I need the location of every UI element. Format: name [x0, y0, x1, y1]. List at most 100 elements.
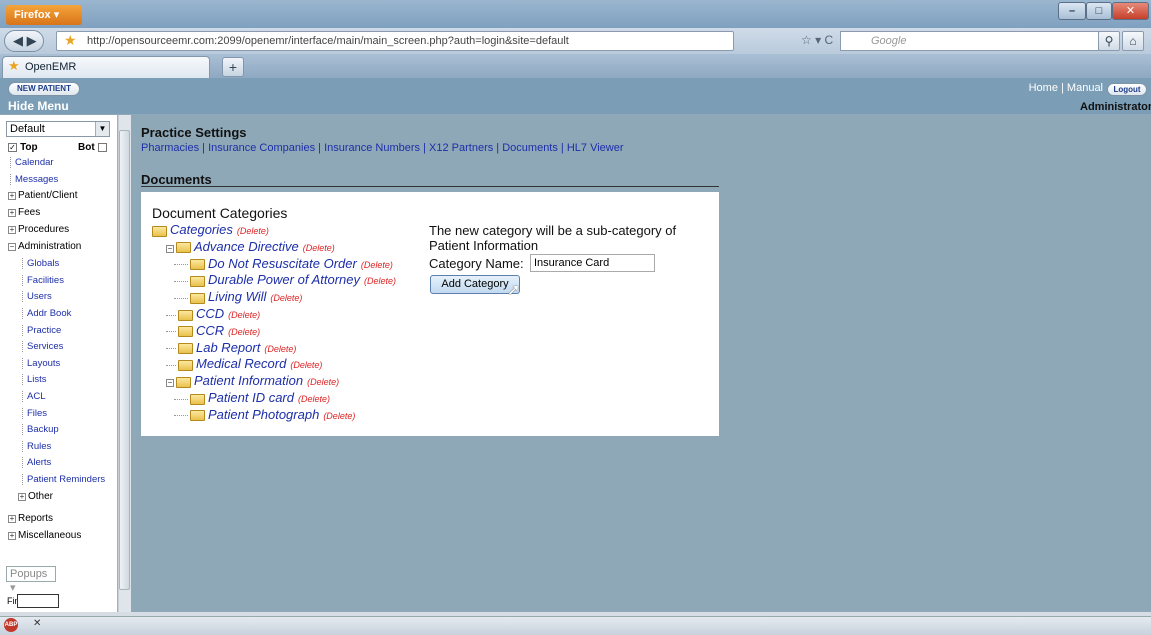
logout-button[interactable]: Logout: [1107, 83, 1147, 96]
url-bar[interactable]: http://opensourceemr.com:2099/openemr/in…: [56, 31, 734, 51]
category-node[interactable]: Medical Record (Delete): [166, 356, 322, 371]
adblock-icon[interactable]: ABP: [4, 618, 18, 632]
delete-link[interactable]: (Delete): [323, 411, 355, 421]
category-node[interactable]: Patient Photograph (Delete): [174, 407, 355, 422]
find-input[interactable]: [17, 594, 59, 608]
nav-item-practice[interactable]: Practice: [22, 324, 61, 336]
new-tab-button[interactable]: +: [222, 57, 244, 77]
menu-set-select[interactable]: Default ▼: [6, 121, 110, 137]
new-patient-button[interactable]: NEW PATIENT: [8, 82, 80, 96]
nav-item-rules[interactable]: Rules: [22, 440, 51, 452]
category-label[interactable]: Patient Photograph: [208, 407, 319, 422]
nav-item-addr-book[interactable]: Addr Book: [22, 308, 71, 319]
category-node[interactable]: − Patient Information (Delete): [166, 373, 339, 388]
nav-group-patient-client[interactable]: + Patient/Client: [8, 190, 77, 201]
home-icon[interactable]: ⌂: [1122, 31, 1144, 51]
category-label[interactable]: Categories: [170, 222, 233, 237]
delete-link[interactable]: (Delete): [228, 327, 260, 337]
nav-item-facilities[interactable]: Facilities: [22, 274, 64, 286]
category-label[interactable]: Patient ID card: [208, 390, 294, 405]
delete-link[interactable]: (Delete): [361, 260, 393, 270]
expand-icon[interactable]: +: [8, 514, 16, 523]
category-label[interactable]: Advance Directive: [194, 239, 299, 254]
firefox-menu-button[interactable]: Firefox ▾: [6, 5, 82, 25]
category-node[interactable]: CCD (Delete): [166, 306, 260, 321]
maximize-icon[interactable]: □: [1086, 2, 1112, 20]
nav-group-fees[interactable]: + Fees: [8, 207, 40, 218]
practice-link-insurance-numbers[interactable]: Insurance Numbers: [324, 142, 420, 154]
nav-item-acl[interactable]: ACL: [22, 391, 45, 402]
category-node[interactable]: CCR (Delete): [166, 323, 260, 338]
manual-link[interactable]: Manual: [1067, 82, 1103, 94]
category-node[interactable]: Do Not Resuscitate Order (Delete): [174, 256, 393, 271]
collapse-icon[interactable]: −: [166, 244, 174, 253]
nav-item-messages[interactable]: Messages: [10, 173, 58, 185]
category-node[interactable]: − Advance Directive (Delete): [166, 239, 335, 254]
category-node[interactable]: Categories (Delete): [152, 222, 269, 237]
popups-select[interactable]: Popups ▾: [6, 566, 56, 594]
category-node[interactable]: Patient ID card (Delete): [174, 390, 330, 405]
top-checkbox[interactable]: ✓: [8, 142, 17, 152]
delete-link[interactable]: (Delete): [307, 377, 339, 387]
expand-icon[interactable]: +: [18, 492, 26, 501]
nav-item-patient-reminders[interactable]: Patient Reminders: [22, 474, 105, 485]
nav-group-administration[interactable]: − Administration: [8, 241, 81, 252]
category-name-input[interactable]: Insurance Card: [530, 254, 655, 272]
category-label[interactable]: CCR: [196, 323, 224, 338]
left-nav-scroll-thumb[interactable]: [119, 130, 130, 590]
nav-item-calendar[interactable]: Calendar: [10, 157, 54, 168]
expand-icon[interactable]: +: [8, 192, 16, 201]
top-frame-option[interactable]: ✓ Top: [8, 141, 38, 153]
category-label[interactable]: Durable Power of Attorney: [208, 272, 360, 287]
delete-link[interactable]: (Delete): [237, 226, 269, 236]
nav-item-backup[interactable]: Backup: [22, 424, 59, 436]
category-node[interactable]: Lab Report (Delete): [166, 340, 296, 355]
category-label[interactable]: Medical Record: [196, 356, 286, 371]
nav-item-layouts[interactable]: Layouts: [22, 357, 60, 369]
reload-icon[interactable]: ☆ ▾ C: [795, 31, 839, 51]
practice-link-pharmacies[interactable]: Pharmacies: [141, 142, 199, 154]
delete-link[interactable]: (Delete): [228, 310, 260, 320]
category-node[interactable]: Living Will (Delete): [174, 289, 302, 304]
nav-item-users[interactable]: Users: [22, 291, 52, 303]
nav-group-reports[interactable]: + Reports: [8, 513, 53, 524]
bot-checkbox[interactable]: [97, 142, 107, 152]
practice-link-x12-partners[interactable]: X12 Partners: [429, 142, 493, 154]
practice-link-documents[interactable]: Documents: [502, 142, 558, 154]
category-label[interactable]: Patient Information: [194, 373, 303, 388]
hide-menu-link[interactable]: Hide Menu: [8, 99, 69, 113]
delete-link[interactable]: (Delete): [290, 360, 322, 370]
minimize-icon[interactable]: –: [1058, 2, 1086, 20]
category-label[interactable]: Living Will: [208, 289, 266, 304]
delete-link[interactable]: (Delete): [298, 394, 330, 404]
expand-icon[interactable]: +: [8, 209, 16, 218]
home-link[interactable]: Home: [1029, 82, 1058, 94]
collapse-icon[interactable]: −: [8, 243, 16, 252]
nav-item-globals[interactable]: Globals: [22, 258, 59, 270]
bookmark-star-icon[interactable]: ★: [64, 32, 77, 49]
delete-link[interactable]: (Delete): [364, 276, 396, 286]
nav-item-files[interactable]: Files: [22, 407, 47, 419]
nav-item-lists[interactable]: Lists: [22, 374, 47, 386]
nav-item-services[interactable]: Services: [22, 341, 63, 353]
close-window-icon[interactable]: ✕: [1112, 2, 1149, 20]
back-forward-button[interactable]: ◀ ▶: [4, 30, 44, 52]
bot-frame-option[interactable]: Bot: [78, 141, 107, 153]
tab-openemr[interactable]: OpenEMR: [2, 56, 210, 78]
nav-group-miscellaneous[interactable]: + Miscellaneous: [8, 530, 81, 541]
expand-icon[interactable]: +: [8, 531, 16, 540]
delete-link[interactable]: (Delete): [264, 344, 296, 354]
delete-link[interactable]: (Delete): [270, 293, 302, 303]
practice-link-insurance-companies[interactable]: Insurance Companies: [208, 142, 315, 154]
close-icon[interactable]: ✕: [33, 618, 41, 629]
category-label[interactable]: CCD: [196, 306, 224, 321]
nav-item-alerts[interactable]: Alerts: [22, 457, 51, 469]
search-input[interactable]: Google: [840, 31, 1100, 51]
collapse-icon[interactable]: −: [166, 379, 174, 388]
search-go-icon[interactable]: ⚲: [1098, 31, 1120, 51]
category-label[interactable]: Lab Report: [196, 340, 260, 355]
nav-group-procedures[interactable]: + Procedures: [8, 224, 69, 235]
delete-link[interactable]: (Delete): [303, 243, 335, 253]
category-label[interactable]: Do Not Resuscitate Order: [208, 256, 357, 271]
nav-group-other[interactable]: + Other: [18, 491, 53, 502]
